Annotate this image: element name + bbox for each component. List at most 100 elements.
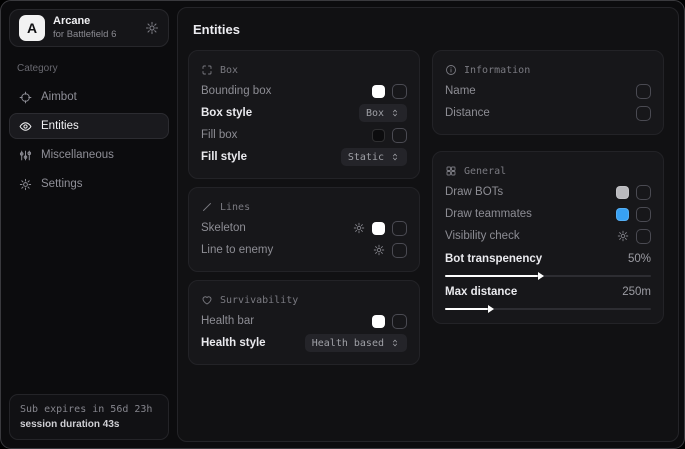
box-card: Box Bounding box Box style Box (188, 50, 420, 179)
session-duration-text: session duration 43s (20, 417, 158, 432)
setting-label: Skeleton (201, 222, 246, 234)
app-logo: A (19, 15, 45, 41)
sidebar-item-label: Entities (41, 120, 79, 132)
draw-teammates-checkbox[interactable] (636, 207, 651, 222)
lines-card: Lines Skeleton Line to enemy (188, 187, 420, 272)
setting-label: Health bar (201, 315, 254, 327)
sidebar-item-entities[interactable]: Entities (9, 113, 169, 139)
card-title: Lines (220, 202, 250, 213)
setting-row-fill-style: Fill style Static (201, 146, 407, 168)
information-card: Information Name Distance (432, 50, 664, 135)
sidebar-item-aimbot[interactable]: Aimbot (9, 84, 169, 110)
setting-row-draw-bots: Draw BOTs (445, 181, 651, 203)
setting-label: Box style (201, 107, 252, 119)
heart-icon (201, 294, 213, 306)
max-distance-group: Max distance 250m (445, 283, 651, 313)
setting-row-health-style: Health style Health based (201, 332, 407, 354)
sidebar-item-label: Aimbot (41, 91, 77, 103)
app-subtitle: for Battlefield 6 (53, 29, 137, 41)
sidebar-item-label: Settings (41, 178, 83, 190)
bot-transparency-slider[interactable] (445, 272, 651, 280)
information-card-header: Information (445, 60, 651, 80)
setting-label: Fill box (201, 129, 237, 141)
crosshair-icon (19, 91, 32, 104)
sidebar-item-miscellaneous[interactable]: Miscellaneous (9, 142, 169, 168)
sidebar-item-label: Miscellaneous (41, 149, 114, 161)
health-bar-checkbox[interactable] (392, 314, 407, 329)
setting-row-name: Name (445, 80, 651, 102)
sidebar-item-settings[interactable]: Settings (9, 171, 169, 197)
slider-track (445, 275, 651, 277)
setting-label: Distance (445, 107, 490, 119)
draw-teammates-color-swatch[interactable] (616, 208, 629, 221)
left-column: Box Bounding box Box style Box (188, 50, 420, 365)
brand-text: Arcane for Battlefield 6 (53, 15, 137, 41)
main-panel: Entities Box Bounding box (177, 7, 679, 442)
sliders-icon (19, 149, 32, 162)
app-name: Arcane (53, 15, 137, 29)
line-to-enemy-options-gear-icon[interactable] (373, 244, 385, 256)
setting-label: Bounding box (201, 85, 271, 97)
distance-checkbox[interactable] (636, 106, 651, 121)
chevron-updown-icon (390, 152, 400, 162)
slider-fill (445, 275, 538, 277)
skeleton-color-swatch[interactable] (372, 222, 385, 235)
setting-row-bounding-box: Bounding box (201, 80, 407, 102)
sub-expiry-text: Sub expires in 56d 23h (20, 402, 158, 417)
info-icon (445, 64, 457, 76)
sidebar-nav: Aimbot Entities Miscellaneous Settings (9, 84, 169, 200)
box-style-dropdown[interactable]: Box (359, 104, 407, 122)
skeleton-checkbox[interactable] (392, 221, 407, 236)
draw-bots-checkbox[interactable] (636, 185, 651, 200)
card-title: Box (220, 65, 238, 76)
category-label: Category (17, 63, 161, 74)
setting-label: Bot transpenency (445, 253, 542, 265)
dropdown-value: Static (348, 152, 384, 163)
diagonal-line-icon (201, 201, 213, 213)
dropdown-value: Health based (312, 338, 384, 349)
card-columns: Box Bounding box Box style Box (188, 50, 664, 365)
bot-transparency-value: 50% (628, 253, 651, 265)
setting-label: Max distance (445, 286, 517, 298)
right-column: Information Name Distance (432, 50, 664, 365)
brand-settings-icon[interactable] (145, 21, 159, 35)
fill-style-dropdown[interactable]: Static (341, 148, 407, 166)
chevron-updown-icon (390, 108, 400, 118)
health-bar-color-swatch[interactable] (372, 315, 385, 328)
bot-transparency-group: Bot transpenency 50% (445, 250, 651, 280)
visibility-check-checkbox[interactable] (636, 229, 651, 244)
grid-icon (445, 165, 457, 177)
setting-row-fill-box: Fill box (201, 124, 407, 146)
max-distance-slider[interactable] (445, 305, 651, 313)
visibility-check-options-gear-icon[interactable] (617, 230, 629, 242)
subscription-status-card: Sub expires in 56d 23h session duration … (9, 394, 169, 440)
fill-box-color-swatch[interactable] (372, 129, 385, 142)
setting-label: Fill style (201, 151, 247, 163)
setting-label: Draw BOTs (445, 186, 503, 198)
fill-box-checkbox[interactable] (392, 128, 407, 143)
health-style-dropdown[interactable]: Health based (305, 334, 407, 352)
bounding-box-checkbox[interactable] (392, 84, 407, 99)
skeleton-options-gear-icon[interactable] (353, 222, 365, 234)
draw-bots-color-swatch[interactable] (616, 186, 629, 199)
name-checkbox[interactable] (636, 84, 651, 99)
chevron-updown-icon (390, 338, 400, 348)
setting-row-draw-teammates: Draw teammates (445, 203, 651, 225)
sidebar: A Arcane for Battlefield 6 Category Aimb… (1, 1, 177, 448)
setting-label: Line to enemy (201, 244, 273, 256)
sidebar-spacer (9, 200, 169, 394)
card-title: Survivability (220, 295, 298, 306)
line-to-enemy-checkbox[interactable] (392, 243, 407, 258)
bounding-box-color-swatch[interactable] (372, 85, 385, 98)
setting-row-visibility-check: Visibility check (445, 225, 651, 247)
slider-fill (445, 308, 488, 310)
general-card: General Draw BOTs Draw teammates (432, 151, 664, 324)
app-window: A Arcane for Battlefield 6 Category Aimb… (0, 0, 685, 449)
setting-label: Health style (201, 337, 266, 349)
setting-label: Draw teammates (445, 208, 532, 220)
slider-track (445, 308, 651, 310)
box-card-header: Box (201, 60, 407, 80)
max-distance-value: 250m (622, 286, 651, 298)
page-title: Entities (193, 22, 664, 37)
card-title: General (464, 166, 506, 177)
